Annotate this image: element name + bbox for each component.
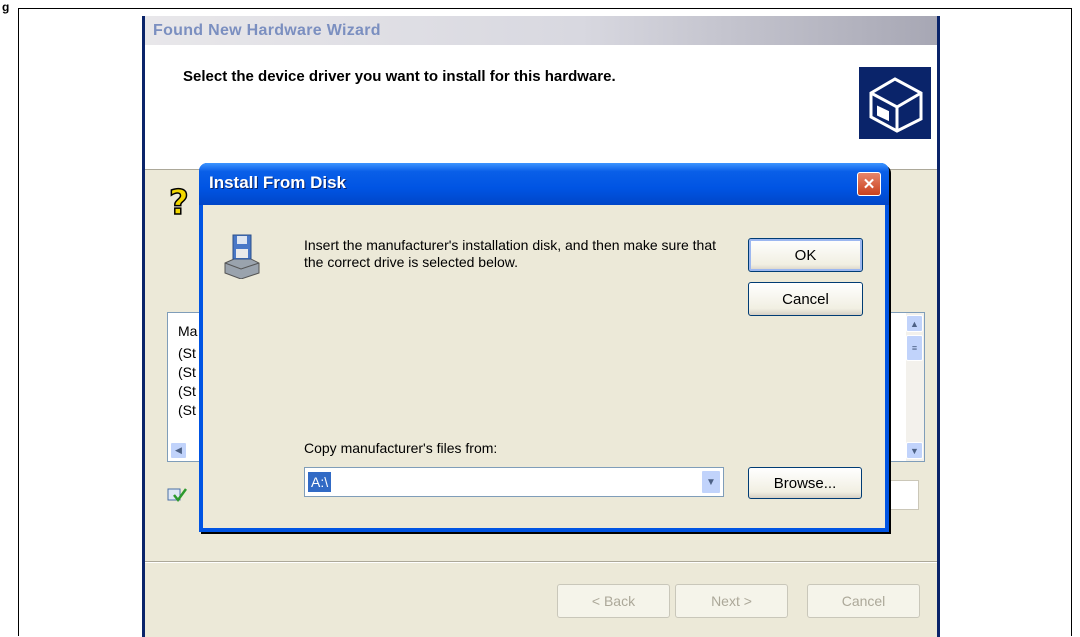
wizard-header: Select the device driver you want to ins…	[145, 45, 937, 170]
document-label: g	[2, 0, 10, 14]
cancel-button[interactable]: Cancel	[748, 282, 863, 316]
list-item[interactable]: (St	[178, 364, 196, 380]
have-disk-button-edge[interactable]	[887, 480, 919, 510]
dialog-titlebar[interactable]: Install From Disk ✕	[199, 163, 889, 205]
next-button[interactable]: Next >	[675, 584, 788, 618]
vertical-scrollbar[interactable]: ▲ ≡ ▼	[906, 313, 924, 461]
close-icon: ✕	[862, 176, 876, 193]
list-item[interactable]: (St	[178, 383, 196, 399]
chevron-down-icon[interactable]: ▼	[701, 470, 721, 494]
floppy-drive-icon	[223, 233, 261, 280]
scroll-up-button[interactable]: ▲	[906, 315, 923, 332]
copy-from-label: Copy manufacturer's files from:	[304, 440, 498, 456]
scroll-thumb[interactable]: ≡	[906, 335, 923, 361]
browse-button[interactable]: Browse...	[748, 467, 862, 499]
dialog-title: Install From Disk	[209, 173, 346, 192]
help-icon: ?	[167, 182, 197, 224]
hardware-icon	[859, 67, 931, 139]
close-button[interactable]: ✕	[857, 172, 881, 196]
list-column-header[interactable]: Ma	[178, 323, 197, 339]
wizard-title: Found New Hardware Wizard	[153, 22, 381, 39]
list-item[interactable]: (St	[178, 345, 196, 361]
wizard-titlebar[interactable]: Found New Hardware Wizard	[145, 16, 937, 45]
copy-from-combobox[interactable]: A:\ ▼	[304, 467, 724, 497]
scroll-down-button[interactable]: ▼	[906, 442, 923, 459]
signed-driver-icon	[167, 486, 188, 504]
list-item[interactable]: (St	[178, 402, 196, 418]
wizard-separator	[145, 561, 937, 563]
back-button[interactable]: < Back	[557, 584, 670, 618]
wizard-heading: Select the device driver you want to ins…	[183, 68, 616, 85]
scroll-left-button[interactable]: ◀	[170, 442, 187, 459]
dialog-body: Insert the manufacturer's installation d…	[203, 205, 885, 528]
ok-button[interactable]: OK	[748, 238, 863, 272]
install-from-disk-dialog: Install From Disk ✕ Insert the manufactu…	[199, 163, 889, 532]
dialog-message: Insert the manufacturer's installation d…	[304, 237, 717, 270]
svg-text:?: ?	[169, 183, 189, 222]
wizard-cancel-button[interactable]: Cancel	[807, 584, 920, 618]
copy-from-value[interactable]: A:\	[308, 472, 332, 492]
